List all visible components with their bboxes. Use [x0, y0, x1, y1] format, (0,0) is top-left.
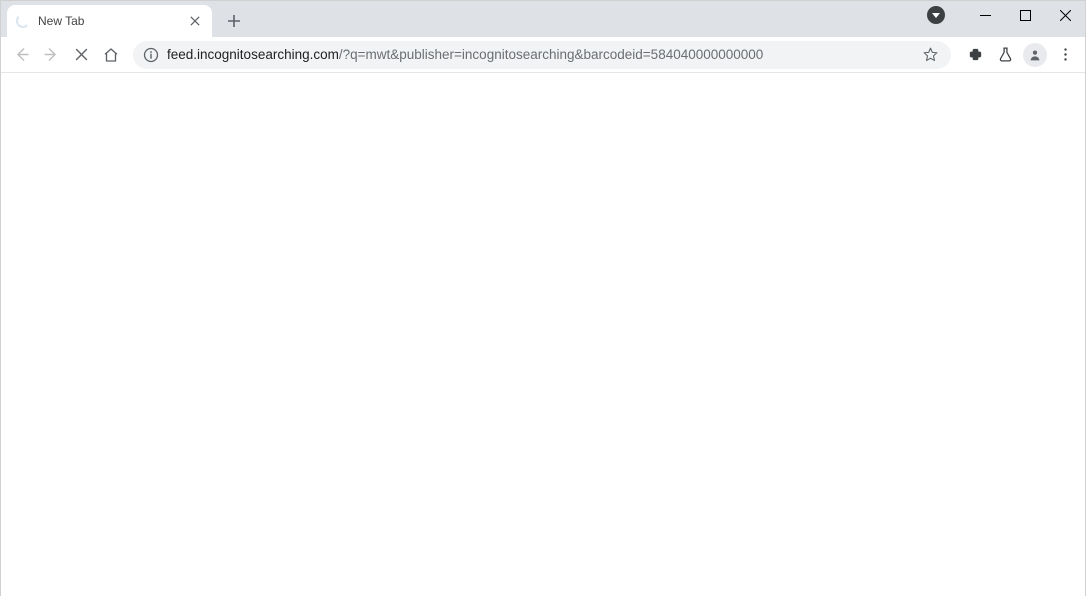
stop-loading-button[interactable]	[67, 41, 95, 69]
bookmark-button[interactable]	[919, 44, 941, 66]
plus-icon	[227, 14, 241, 28]
home-icon	[102, 46, 120, 64]
star-icon	[922, 46, 939, 63]
close-tab-button[interactable]	[187, 13, 203, 29]
arrow-right-icon	[43, 46, 60, 63]
person-icon	[1027, 47, 1043, 63]
page-content	[1, 73, 1085, 597]
flask-icon	[997, 46, 1014, 63]
update-indicator-icon[interactable]	[927, 6, 945, 24]
minimize-icon	[980, 10, 991, 21]
url-host: feed.incognitosearching.com	[167, 47, 339, 62]
loading-spinner-icon	[16, 14, 30, 28]
url-path: /?q=mwt&publisher=incognitosearching&bar…	[339, 47, 763, 62]
back-button[interactable]	[7, 41, 35, 69]
titlebar: New Tab	[1, 1, 1085, 37]
home-button[interactable]	[97, 41, 125, 69]
avatar	[1023, 43, 1047, 67]
kebab-menu-icon	[1057, 46, 1074, 63]
arrow-left-icon	[13, 46, 30, 63]
site-info-button[interactable]	[143, 47, 159, 63]
close-window-button[interactable]	[1045, 1, 1085, 29]
toolbar: feed.incognitosearching.com/?q=mwt&publi…	[1, 37, 1085, 73]
tab-title: New Tab	[38, 14, 187, 28]
address-bar[interactable]: feed.incognitosearching.com/?q=mwt&publi…	[133, 41, 951, 69]
forward-button[interactable]	[37, 41, 65, 69]
close-icon	[1060, 10, 1071, 21]
maximize-button[interactable]	[1005, 1, 1045, 29]
new-tab-button[interactable]	[220, 7, 248, 35]
minimize-button[interactable]	[965, 1, 1005, 29]
window-controls	[927, 1, 1085, 29]
extensions-button[interactable]	[961, 41, 989, 69]
info-icon	[143, 47, 159, 63]
maximize-icon	[1020, 10, 1031, 21]
close-icon	[73, 46, 90, 63]
toolbar-actions	[961, 41, 1079, 69]
close-icon	[190, 16, 200, 26]
browser-tab[interactable]: New Tab	[7, 5, 212, 37]
labs-button[interactable]	[991, 41, 1019, 69]
url-text: feed.incognitosearching.com/?q=mwt&publi…	[167, 47, 911, 62]
puzzle-icon	[967, 46, 984, 63]
profile-button[interactable]	[1021, 41, 1049, 69]
menu-button[interactable]	[1051, 41, 1079, 69]
